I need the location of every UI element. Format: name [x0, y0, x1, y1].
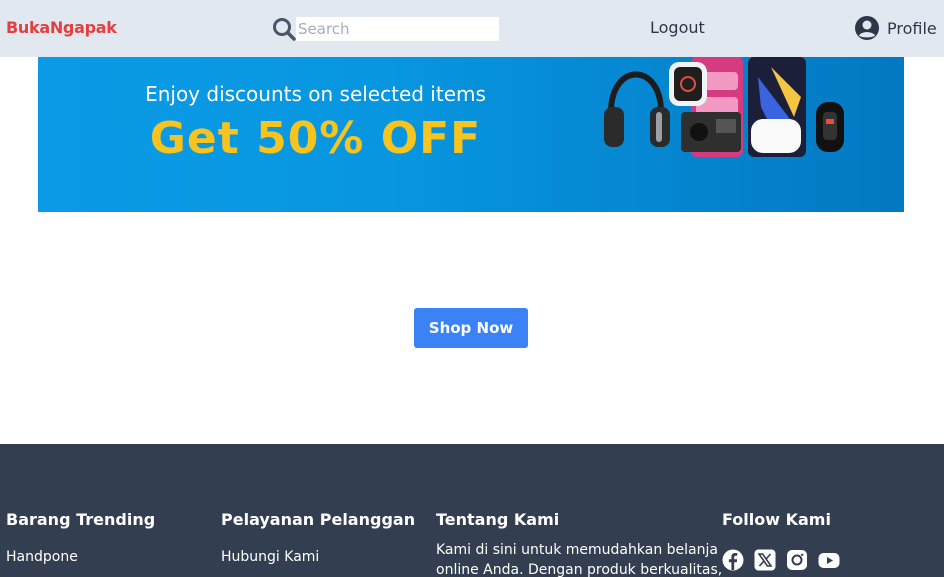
banner-subtitle: Enjoy discounts on selected items	[145, 82, 486, 106]
user-circle-icon	[855, 16, 879, 40]
logout-link[interactable]: Logout	[650, 18, 705, 37]
footer-col-service: Pelayanan Pelanggan Hubungi Kami	[221, 510, 416, 565]
footer-link-contact[interactable]: Hubungi Kami	[221, 549, 319, 565]
x-icon[interactable]	[754, 549, 776, 571]
footer-heading-follow: Follow Kami	[722, 510, 831, 529]
gadgets-image	[604, 57, 844, 157]
instagram-icon[interactable]	[786, 549, 808, 571]
social-links	[722, 549, 850, 571]
footer-about-text-1: Kami di sini untuk memudahkan belanja	[436, 542, 718, 558]
profile-link[interactable]: Profile	[854, 15, 937, 41]
footer-heading-about: Tentang Kami	[436, 510, 560, 529]
youtube-icon[interactable]	[818, 549, 840, 571]
footer-link-handpone[interactable]: Handpone	[6, 549, 78, 565]
facebook-icon[interactable]	[722, 549, 744, 571]
footer-heading-service: Pelayanan Pelanggan	[221, 510, 416, 529]
footer-col-trending: Barang Trending Handpone	[6, 510, 156, 565]
promo-banner[interactable]: Enjoy discounts on selected items Get 50…	[38, 57, 904, 212]
footer-col-about: Tentang Kami Kami di sini untuk memudahk…	[436, 510, 722, 577]
footer-col-follow: Follow Kami	[722, 510, 831, 529]
footer: Barang Trending Handpone Pelayanan Pelan…	[0, 444, 944, 577]
page: BukaNgapak Logout Profile Enjoy discount…	[0, 0, 944, 577]
banner-headline: Get 50% OFF	[149, 113, 482, 164]
brand-logo[interactable]: BukaNgapak	[6, 18, 117, 37]
profile-label: Profile	[887, 18, 937, 38]
footer-heading-trending: Barang Trending	[6, 510, 156, 529]
top-navbar: BukaNgapak Logout Profile	[0, 0, 944, 57]
search-icon[interactable]	[272, 16, 296, 42]
search-bar	[272, 16, 500, 42]
shop-now-button[interactable]: Shop Now	[414, 308, 528, 348]
footer-about-text-2: online Anda. Dengan produk berkualitas,	[436, 562, 723, 577]
search-input[interactable]	[296, 17, 499, 41]
